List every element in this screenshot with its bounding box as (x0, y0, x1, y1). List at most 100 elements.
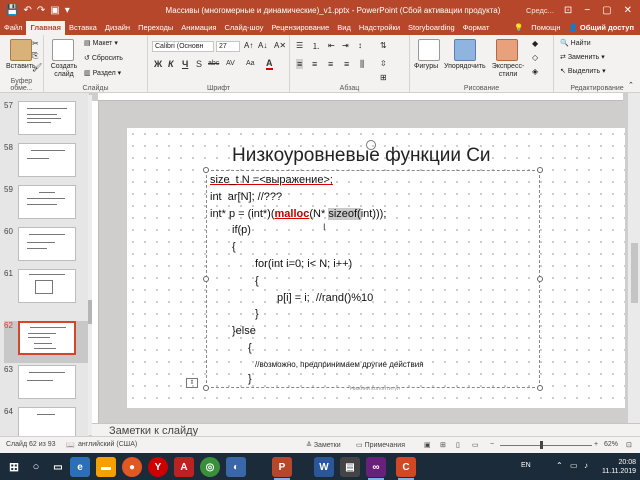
tray-arrow-icon[interactable]: ⌃ (556, 461, 563, 470)
resize-handle[interactable] (537, 167, 543, 173)
redo-icon[interactable]: ↷ (37, 5, 45, 16)
tab-review[interactable]: Рецензирование (267, 21, 333, 35)
font-color-button[interactable]: A (266, 58, 273, 70)
tab-transitions[interactable]: Переходы (134, 21, 177, 35)
quick-styles-button[interactable]: Экспресс-стили (488, 63, 528, 79)
spellcheck-icon[interactable]: 📖 (66, 441, 75, 449)
language-indicator[interactable]: английский (США) (78, 441, 137, 448)
footer-placeholder[interactable]: Нижний колонтитул (350, 386, 400, 392)
volume-icon[interactable]: ♪ (584, 461, 588, 470)
thumbnail-slide[interactable]: 64 (4, 407, 88, 436)
maximize-button[interactable]: ▢ (602, 5, 611, 16)
zoom-slider[interactable] (500, 445, 592, 446)
chrome-icon[interactable]: ◎ (200, 457, 220, 477)
yandex-icon[interactable]: Y (148, 457, 168, 477)
text-direction-icon[interactable]: ⇅ (380, 41, 387, 50)
reset-button[interactable]: ↺ Сбросить (84, 54, 123, 62)
copy-icon[interactable]: ⎘ (32, 51, 38, 61)
thumbnail-slide[interactable]: 57 (4, 101, 88, 143)
tab-addins[interactable]: Надстройки (355, 21, 404, 35)
tab-slideshow[interactable]: Слайд-шоу (220, 21, 267, 35)
fit-slide-icon[interactable]: ⊡ (626, 441, 632, 449)
thumbnail-slide[interactable]: 60 (4, 227, 88, 269)
thumbnail-slide[interactable]: 58 (4, 143, 88, 185)
shapes-button[interactable]: Фигуры (414, 63, 438, 70)
zoom-in-icon[interactable]: + (594, 441, 598, 448)
rotate-handle-icon[interactable] (366, 140, 376, 150)
resize-handle[interactable] (203, 276, 209, 282)
shape-fill-icon[interactable]: ◆ (532, 39, 538, 48)
shape-outline-icon[interactable]: ◇ (532, 53, 538, 62)
select-button[interactable]: ↖ Выделить ▾ (560, 67, 606, 75)
search-icon[interactable]: ○ (26, 457, 46, 477)
numbering-icon[interactable]: ⒈ (312, 41, 320, 52)
app-icon[interactable]: ▤ (340, 457, 360, 477)
align-center-icon[interactable]: ≡ (312, 59, 317, 69)
slideshow-start-icon[interactable]: ▣ (50, 5, 59, 16)
replace-button[interactable]: ⇄ Заменить ▾ (560, 53, 605, 61)
justify-icon[interactable]: ≡ (344, 59, 349, 69)
section-button[interactable]: ▥ Раздел ▾ (84, 69, 121, 77)
task-view-icon[interactable]: ▭ (48, 457, 68, 477)
slide-scrollbar[interactable] (627, 93, 640, 423)
minimize-button[interactable]: − (584, 5, 590, 16)
powerpoint-icon[interactable]: P (272, 457, 292, 480)
outlook-icon[interactable]: ◐ (226, 457, 246, 477)
tab-storyboarding[interactable]: Storyboarding (404, 21, 459, 35)
autofit-options-icon[interactable]: ⇕ (186, 378, 198, 388)
new-slide-icon[interactable] (52, 39, 74, 61)
tab-animations[interactable]: Анимация (177, 21, 220, 35)
normal-view-icon[interactable]: ▣ (424, 441, 431, 449)
shapes-icon[interactable] (418, 39, 440, 61)
shrink-font-icon[interactable]: A↓ (258, 41, 267, 50)
bold-button[interactable]: Ж (154, 59, 162, 69)
tab-design[interactable]: Дизайн (101, 21, 134, 35)
slideshow-view-icon[interactable]: ▭ (472, 441, 479, 449)
char-spacing-button[interactable]: AV (226, 60, 235, 67)
quick-styles-icon[interactable] (496, 39, 518, 61)
decrease-indent-icon[interactable]: ⇤ (328, 41, 335, 50)
save-icon[interactable]: 💾 (6, 5, 18, 16)
underline-button[interactable]: Ч (182, 59, 188, 69)
firefox-icon[interactable]: ● (122, 457, 142, 477)
thumbnail-slide[interactable]: 61 (4, 269, 88, 311)
smartart-icon[interactable]: ⊞ (380, 73, 387, 82)
acrobat-icon[interactable]: A (174, 457, 194, 477)
zoom-level[interactable]: 62% (604, 441, 618, 448)
paste-icon[interactable] (10, 39, 32, 61)
resize-handle[interactable] (537, 276, 543, 282)
slide-sorter-icon[interactable]: ⊞ (440, 441, 446, 449)
new-slide-button[interactable]: Создать слайд (48, 63, 80, 79)
comments-toggle[interactable]: ▭ Примечания (356, 441, 405, 449)
thumbnail-slide[interactable]: 59 (4, 185, 88, 227)
notes-toggle[interactable]: ≙ Заметки (306, 441, 341, 449)
ribbon-display-icon[interactable]: ⊡ (564, 5, 572, 16)
visual-studio-icon[interactable]: ∞ (366, 457, 386, 480)
bullets-icon[interactable]: ☰ (296, 41, 303, 50)
share-button[interactable]: 👤 Общий доступ (568, 21, 634, 35)
shadow-button[interactable]: S (196, 59, 202, 69)
keyboard-language[interactable]: EN (521, 462, 531, 469)
network-icon[interactable]: ▭ (570, 461, 578, 470)
arrange-button[interactable]: Упорядочить (444, 63, 486, 70)
increase-indent-icon[interactable]: ⇥ (342, 41, 349, 50)
word-icon[interactable]: W (314, 457, 334, 477)
start-icon[interactable]: ⊞ (4, 457, 24, 477)
explorer-icon[interactable]: ▬ (96, 457, 116, 477)
columns-icon[interactable]: ⫼ (360, 59, 364, 70)
resize-handle[interactable] (203, 385, 209, 391)
slide-title[interactable]: Низкоуровневые функции Си (232, 145, 491, 167)
cut-icon[interactable]: ✂ (32, 39, 39, 48)
reading-view-icon[interactable]: ▯ (456, 441, 460, 449)
change-case-button[interactable]: Aa (246, 60, 255, 67)
slide-thumbnail-pane[interactable]: 57 58 59 60 61 62 63 64 (0, 93, 90, 436)
close-button[interactable]: ✕ (624, 5, 632, 16)
align-left-icon[interactable]: ≡ (296, 59, 304, 69)
ie-icon[interactable]: e (70, 457, 90, 477)
slideshow-app-icon[interactable]: C (396, 457, 416, 480)
format-painter-icon[interactable]: 🖌 (32, 63, 42, 72)
qat-customize-icon[interactable]: ▾ (65, 5, 70, 16)
font-name-combo[interactable]: Calibri (Основн (152, 41, 214, 52)
zoom-slider-thumb[interactable] (540, 441, 543, 449)
zoom-out-icon[interactable]: − (490, 441, 494, 448)
